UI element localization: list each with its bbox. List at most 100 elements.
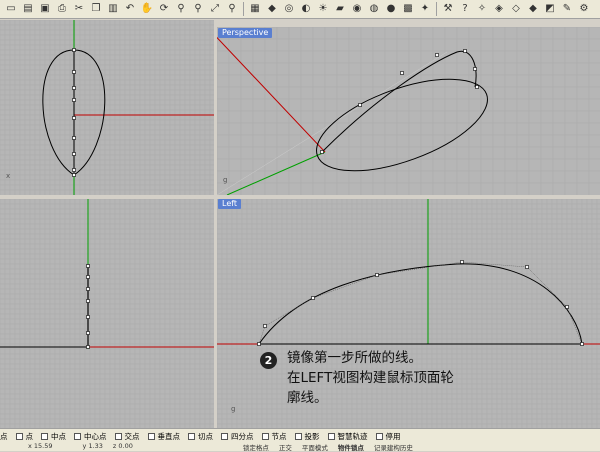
osnap-checkbox[interactable] bbox=[147, 433, 155, 440]
control-point bbox=[320, 150, 324, 154]
new-file-icon[interactable]: ▭ bbox=[3, 1, 19, 17]
viewport-left-label[interactable]: Left bbox=[218, 199, 242, 209]
osnap-label: 点 bbox=[0, 432, 8, 441]
osnap-option[interactable]: 中心点 bbox=[74, 431, 107, 442]
osnap-checkbox[interactable] bbox=[327, 433, 335, 440]
osnap-option[interactable]: 切点 bbox=[188, 431, 213, 442]
settings-icon[interactable]: ⚙ bbox=[576, 1, 592, 17]
render-icon[interactable]: ◍ bbox=[366, 1, 382, 17]
rotate-view-icon[interactable]: ⟳ bbox=[156, 1, 172, 17]
control-point bbox=[72, 48, 76, 52]
cube-icon[interactable]: ◩ bbox=[542, 1, 558, 17]
osnap-checkbox[interactable] bbox=[294, 433, 302, 440]
options-icon[interactable]: ▩ bbox=[400, 1, 416, 17]
osnap-option[interactable]: 点 bbox=[15, 431, 33, 442]
osnap-label: 节点 bbox=[271, 432, 287, 441]
osnap-option[interactable]: 投影 bbox=[294, 431, 320, 442]
osnap-label: 交点 bbox=[124, 432, 140, 441]
step-line-3: 廓线。 bbox=[287, 390, 328, 406]
osnap-option[interactable]: 停用 bbox=[375, 431, 401, 442]
shade-icon[interactable]: ◐ bbox=[298, 1, 314, 17]
pen-icon[interactable]: ✎ bbox=[559, 1, 575, 17]
pan-icon[interactable]: ✋ bbox=[139, 1, 155, 17]
paste-icon[interactable]: ▥ bbox=[105, 1, 121, 17]
osnap-option[interactable]: 智慧轨迹 bbox=[327, 431, 368, 442]
open-file-icon[interactable]: ▤ bbox=[20, 1, 36, 17]
sphere-icon[interactable]: ● bbox=[383, 1, 399, 17]
viewport-front-canvas bbox=[0, 199, 214, 428]
profile-curve bbox=[321, 50, 477, 153]
osnap-checkbox[interactable] bbox=[261, 433, 269, 440]
axis-label: x bbox=[6, 172, 10, 180]
osnap-option[interactable]: 垂直点 bbox=[147, 431, 181, 442]
step-instruction: 镜像第一步所做的线。 在LEFT视图构建鼠标顶面轮 廓线。 bbox=[287, 348, 454, 408]
viewport-perspective[interactable]: g bbox=[217, 27, 600, 195]
layer-icon[interactable]: ▰ bbox=[332, 1, 348, 17]
control-polygon bbox=[258, 261, 583, 345]
cut-icon[interactable]: ✂ bbox=[71, 1, 87, 17]
zoom-window-icon[interactable]: ⚲ bbox=[190, 1, 206, 17]
hide-icon[interactable]: ◎ bbox=[281, 1, 297, 17]
osnap-option[interactable]: 四分点 bbox=[221, 431, 254, 442]
axis-label: g bbox=[231, 405, 235, 413]
osnap-option[interactable]: 中点 bbox=[41, 431, 66, 442]
control-point bbox=[72, 70, 76, 74]
zoom-extents-icon[interactable]: ⤢ bbox=[207, 1, 223, 17]
osnap-checkbox[interactable] bbox=[375, 433, 383, 440]
select-box-icon[interactable]: ◇ bbox=[508, 1, 524, 17]
viewport-top-canvas: x bbox=[0, 20, 214, 195]
print-icon[interactable]: ⎙ bbox=[54, 1, 70, 17]
control-point bbox=[463, 49, 467, 53]
control-point bbox=[257, 342, 261, 346]
main-toolbar: ▭ ▤ ▣ ⎙ ✂ ❐ ▥ ↶ ✋ ⟳ ⚲ ⚲ ⤢ ⚲ ▦ ◆ ◎ ◐ ☀ ▰ ◉ ◍ ● ▩ ✦ ⚒? ✧ ◈ ◇ ◆ ◩ ✎ ⚙ bbox=[0, 0, 600, 19]
osnap-label: 投影 bbox=[304, 432, 320, 441]
control-point bbox=[86, 331, 90, 335]
axis-label: g bbox=[223, 176, 227, 184]
control-point bbox=[475, 85, 479, 89]
osnap-label: 中心点 bbox=[84, 432, 107, 441]
step-number-badge: 2 bbox=[260, 352, 277, 369]
osnap-checkbox[interactable] bbox=[15, 433, 23, 440]
control-point bbox=[72, 173, 76, 177]
control-point bbox=[86, 287, 90, 291]
control-point bbox=[263, 324, 267, 328]
osnap-label: 垂直点 bbox=[157, 432, 181, 441]
viewport-perspective-label[interactable]: Perspective bbox=[218, 28, 273, 38]
snap-icon[interactable]: ✦ bbox=[417, 1, 433, 17]
zoom-icon[interactable]: ⚲ bbox=[173, 1, 189, 17]
osnap-checkbox[interactable] bbox=[74, 433, 81, 440]
osnap-option[interactable]: 点 bbox=[0, 431, 8, 442]
car-icon[interactable]: ◆ bbox=[264, 1, 280, 17]
control-point bbox=[473, 67, 477, 71]
copy-icon[interactable]: ❐ bbox=[88, 1, 104, 17]
osnap-checkbox[interactable] bbox=[188, 433, 195, 440]
zoom-selected-icon[interactable]: ⚲ bbox=[224, 1, 240, 17]
osnap-checkbox[interactable] bbox=[114, 433, 122, 440]
control-point bbox=[72, 168, 76, 172]
control-point bbox=[72, 98, 76, 102]
grid-icon[interactable]: ▦ bbox=[247, 1, 263, 17]
osnap-label: 四分点 bbox=[231, 432, 254, 441]
undo-icon[interactable]: ↶ bbox=[122, 1, 138, 17]
control-point bbox=[72, 116, 76, 120]
select-icon[interactable]: ◈ bbox=[491, 1, 507, 17]
viewport-front[interactable] bbox=[0, 199, 214, 428]
osnap-option[interactable]: 节点 bbox=[261, 431, 287, 442]
save-icon[interactable]: ▣ bbox=[37, 1, 53, 17]
osnap-checkbox[interactable] bbox=[41, 433, 48, 440]
point-on-icon[interactable]: ✧ bbox=[474, 1, 490, 17]
tool-icon[interactable]: ⚒ bbox=[440, 1, 456, 17]
control-point bbox=[435, 53, 439, 57]
osnap-checkbox[interactable] bbox=[221, 433, 228, 440]
point-tool-icon[interactable]: ◆ bbox=[525, 1, 541, 17]
control-point bbox=[400, 71, 404, 75]
osnap-option[interactable]: 交点 bbox=[114, 431, 140, 442]
control-point bbox=[72, 152, 76, 156]
control-point bbox=[311, 296, 315, 300]
bulb-icon[interactable]: ☀ bbox=[315, 1, 331, 17]
viewport-top[interactable]: x bbox=[0, 20, 214, 195]
control-point bbox=[72, 86, 76, 90]
help-icon[interactable]: ? bbox=[457, 1, 473, 17]
color-wheel-icon[interactable]: ◉ bbox=[349, 1, 365, 17]
control-point bbox=[375, 273, 379, 277]
